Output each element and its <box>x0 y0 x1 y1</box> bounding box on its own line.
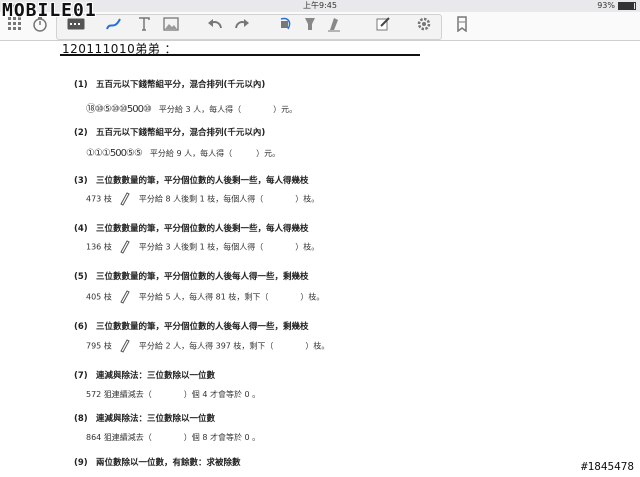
question-line: ①①①500⑤⑤ 平分給 9 人，每人得（ ）元。 <box>86 148 281 159</box>
redo-icon[interactable] <box>232 14 252 34</box>
pencil-icon <box>120 290 131 304</box>
battery-icon <box>618 2 636 10</box>
question-line: 473 枝 平分給 8 人後剩 1 枝，每個人得（ ）枝。 <box>86 192 319 206</box>
question-line: 136 枝 平分給 3 人後剩 1 枝，每個人得（ ）枝。 <box>86 240 319 254</box>
coins-image: ⑱⑩⑤⑩⑩500⑩ <box>86 104 152 115</box>
question-heading: (5) 三位數數量的筆，平分個位數的人後每人得一些，剩幾枝 <box>74 272 309 282</box>
question-heading: (3) 三位數數量的筆，平分個位數的人後剩一些，每人得幾枝 <box>74 176 309 186</box>
question-line: 795 枝 平分給 2 人，每人得 397 枝，剩下（ ）枝。 <box>86 339 329 353</box>
title-underline <box>60 54 420 56</box>
image-icon[interactable] <box>161 14 181 34</box>
text-icon[interactable] <box>134 14 154 34</box>
brush-icon[interactable] <box>324 14 344 34</box>
question-heading: (6) 三位數數量的筆，平分個位數的人後每人得一些，剩幾枝 <box>74 322 309 332</box>
question-heading: (1) 五百元以下錢幣組平分，混合排列(千元以內) <box>74 80 266 90</box>
battery-indicator: 93% <box>597 0 636 12</box>
question-heading: (2) 五百元以下錢幣組平分，混合排列(千元以內) <box>74 128 266 138</box>
undo-icon[interactable] <box>205 14 225 34</box>
watermark-logo: MOBILE01 <box>2 0 97 21</box>
question-line: 572 狙連續減去（ ）個 4 才會等於 0 。 <box>86 390 261 399</box>
battery-percent: 93% <box>597 1 615 10</box>
question-line: ⑱⑩⑤⑩⑩500⑩ 平分給 3 人，每人得（ ）元。 <box>86 100 297 115</box>
document-page[interactable]: 120111010弟弟 ： (1) 五百元以下錢幣組平分，混合排列(千元以內) ⑱… <box>0 40 640 477</box>
question-heading: (7) 連減與除法：三位數除以一位數 <box>74 371 216 381</box>
watermark-id: #1845478 <box>581 460 634 473</box>
highlighter-icon[interactable] <box>300 14 320 34</box>
coins-image: ①①①500⑤⑤ <box>86 148 143 159</box>
edit-page-icon[interactable] <box>373 14 393 34</box>
settings-icon[interactable] <box>414 14 434 34</box>
question-line: 864 狙連續減去（ ）個 8 才會等於 0 。 <box>86 433 261 442</box>
pencil-icon <box>120 192 131 206</box>
question-heading: (4) 三位數數量的筆，平分個位數的人後剩一些，每人得幾枝 <box>74 224 309 234</box>
pencil-icon <box>120 240 131 254</box>
pen-icon[interactable] <box>104 14 124 34</box>
eraser-icon[interactable] <box>276 14 296 34</box>
bookmark-icon[interactable] <box>452 14 472 34</box>
pencil-icon <box>120 339 131 353</box>
question-heading: (8) 連減與除法：三位數除以一位數 <box>74 414 216 424</box>
question-line: 405 枝 平分給 5 人，每人得 81 枝，剩下（ ）枝。 <box>86 290 324 304</box>
question-heading: (9) 兩位數除以一位數，有餘數：求被除數 <box>74 458 241 468</box>
